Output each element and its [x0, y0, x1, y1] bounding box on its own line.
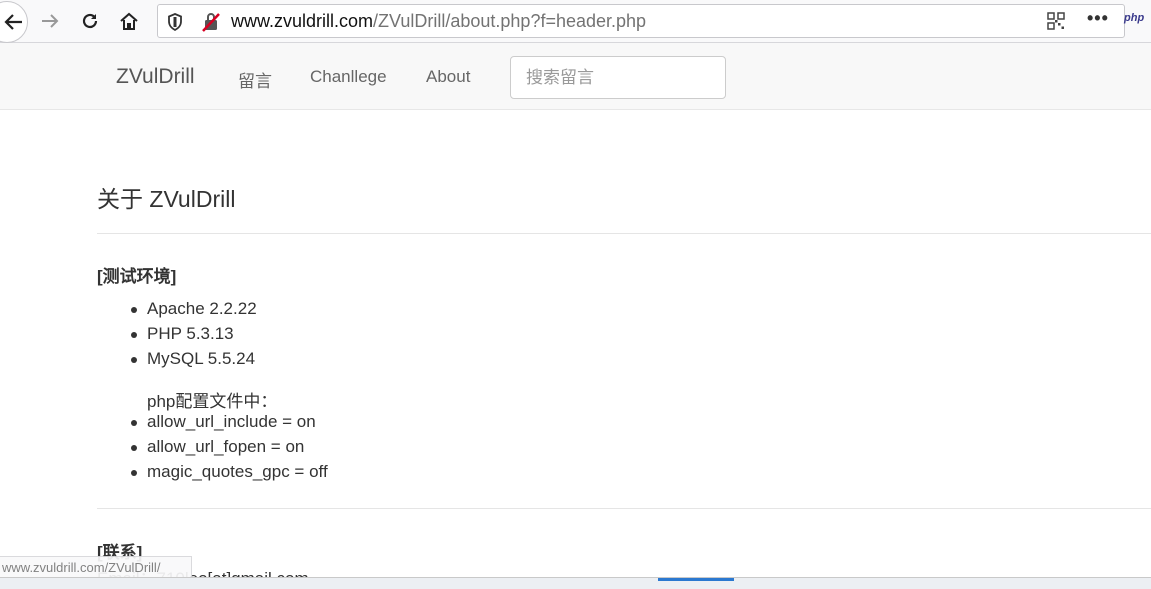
browser-toolbar: www.zvuldrill.com/ZVulDrill/about.php?f=…: [0, 0, 1151, 43]
url-bar[interactable]: www.zvuldrill.com/ZVulDrill/about.php?f=…: [157, 4, 1125, 38]
qr-code-icon[interactable]: [1047, 12, 1065, 30]
home-icon: [120, 12, 138, 30]
list-item: MySQL 5.5.24: [131, 349, 255, 369]
php-config-label: php配置文件中：: [147, 392, 278, 411]
shield-icon[interactable]: [167, 13, 183, 31]
site-navbar: ZVulDrill 留言 Chanllege About: [0, 43, 1151, 110]
nav-link-messages[interactable]: 留言: [238, 67, 272, 92]
reload-button[interactable]: [75, 6, 105, 36]
insecure-lock-icon[interactable]: [202, 12, 220, 32]
arrow-right-icon: [42, 14, 59, 28]
back-button[interactable]: [0, 1, 28, 43]
forward-button[interactable]: [35, 6, 65, 36]
list-item: magic_quotes_gpc = off: [131, 462, 328, 482]
active-task-indicator: [658, 578, 734, 581]
page-title: 关于 ZVulDrill: [97, 186, 236, 212]
section-title-environment: [测试环境]: [97, 267, 177, 286]
url-host: www.zvuldrill.com: [231, 11, 374, 31]
list-item: allow_url_include = on: [131, 412, 316, 432]
url-text[interactable]: www.zvuldrill.com/ZVulDrill/about.php?f=…: [231, 11, 646, 32]
nav-link-challenge[interactable]: Chanllege: [310, 67, 387, 87]
reload-icon: [82, 13, 98, 29]
divider: [97, 508, 1151, 509]
link-status-overlay: www.zvuldrill.com/ZVulDrill/: [0, 556, 192, 578]
url-path: /ZVulDrill/about.php?f=header.php: [373, 11, 647, 31]
list-item: allow_url_fopen = on: [131, 437, 304, 457]
arrow-left-icon: [4, 14, 22, 30]
home-button[interactable]: [114, 6, 144, 36]
php-extension-icon[interactable]: php: [1124, 12, 1144, 24]
list-item: PHP 5.3.13: [131, 324, 234, 344]
divider: [97, 233, 1151, 234]
list-item: Apache 2.2.22: [131, 299, 257, 319]
page-actions-menu[interactable]: •••: [1087, 8, 1109, 29]
taskbar: [0, 577, 1151, 589]
search-input[interactable]: [510, 56, 726, 99]
brand-link[interactable]: ZVulDrill: [116, 65, 195, 89]
nav-link-about[interactable]: About: [426, 67, 470, 87]
